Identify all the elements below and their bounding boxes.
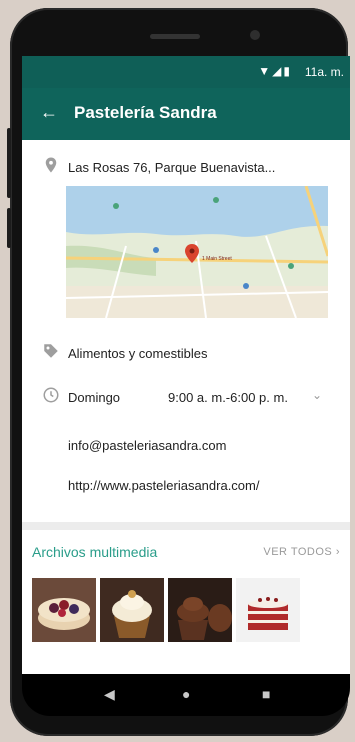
screen: ▼◢▮ 11a. m. ← Pastelería Sandra Las Rosa…	[22, 56, 350, 674]
app-bar: ← Pastelería Sandra	[22, 88, 350, 140]
category-text: Alimentos y comestibles	[68, 346, 208, 361]
earpiece	[150, 34, 200, 39]
chocolate-cupcake-image	[168, 578, 232, 642]
cake-thumbnail[interactable]	[32, 578, 96, 642]
status-time: 11a. m.	[304, 65, 344, 79]
address-row[interactable]: Las Rosas 76, Parque Buenavista...	[22, 146, 350, 190]
nav-back-icon[interactable]: ◀	[104, 686, 115, 703]
red-velvet-thumbnail[interactable]	[236, 578, 300, 642]
status-bar: ▼◢▮ 11a. m.	[22, 56, 350, 88]
media-title: Archivos multimedia	[32, 544, 158, 560]
phone-frame: ▼◢▮ 11a. m. ← Pastelería Sandra Las Rosa…	[7, 8, 350, 736]
power-button	[7, 128, 11, 198]
media-header: Archivos multimedia VER TODOS ›	[22, 530, 350, 574]
see-all-button[interactable]: VER TODOS ›	[263, 546, 340, 558]
map-graphic	[66, 186, 328, 318]
red-velvet-image	[236, 578, 300, 642]
hours-day: Domingo	[68, 390, 121, 405]
email-link[interactable]: info@pasteleriasandra.com	[68, 438, 226, 453]
navigation-bar: ◀ ● ■	[22, 674, 350, 716]
back-arrow-icon[interactable]: ←	[40, 102, 58, 123]
clock-icon	[43, 387, 59, 403]
front-camera-icon	[250, 30, 260, 40]
hours-row[interactable]: Domingo 9:00 a. m.-6:00 p. m. ⌄	[22, 376, 350, 422]
map-thumbnail[interactable]: 1 Main Street	[66, 186, 328, 318]
tag-icon	[44, 344, 58, 358]
see-all-label: VER TODOS	[263, 546, 333, 558]
hours-time: 9:00 a. m.-6:00 p. m.	[168, 390, 288, 405]
section-divider	[22, 522, 350, 530]
nav-home-icon[interactable]: ●	[182, 686, 190, 702]
chevron-down-icon[interactable]: ⌄	[312, 388, 322, 402]
location-pin-icon	[45, 157, 57, 173]
nav-recents-icon[interactable]: ■	[262, 686, 270, 702]
cupcake-thumbnail[interactable]	[100, 578, 164, 642]
status-icons: ▼◢▮	[258, 64, 292, 78]
address-text: Las Rosas 76, Parque Buenavista...	[68, 160, 276, 175]
map-marker-label: 1 Main Street	[202, 256, 232, 262]
volume-button	[7, 208, 11, 248]
cupcake-image	[100, 578, 164, 642]
chocolate-cupcake-thumbnail[interactable]	[168, 578, 232, 642]
website-link[interactable]: http://www.pasteleriasandra.com/	[68, 478, 259, 493]
cheesecake-image	[32, 578, 96, 642]
page-title: Pastelería Sandra	[74, 103, 217, 122]
category-row: Alimentos y comestibles	[22, 332, 350, 378]
media-thumbnails	[32, 578, 302, 642]
